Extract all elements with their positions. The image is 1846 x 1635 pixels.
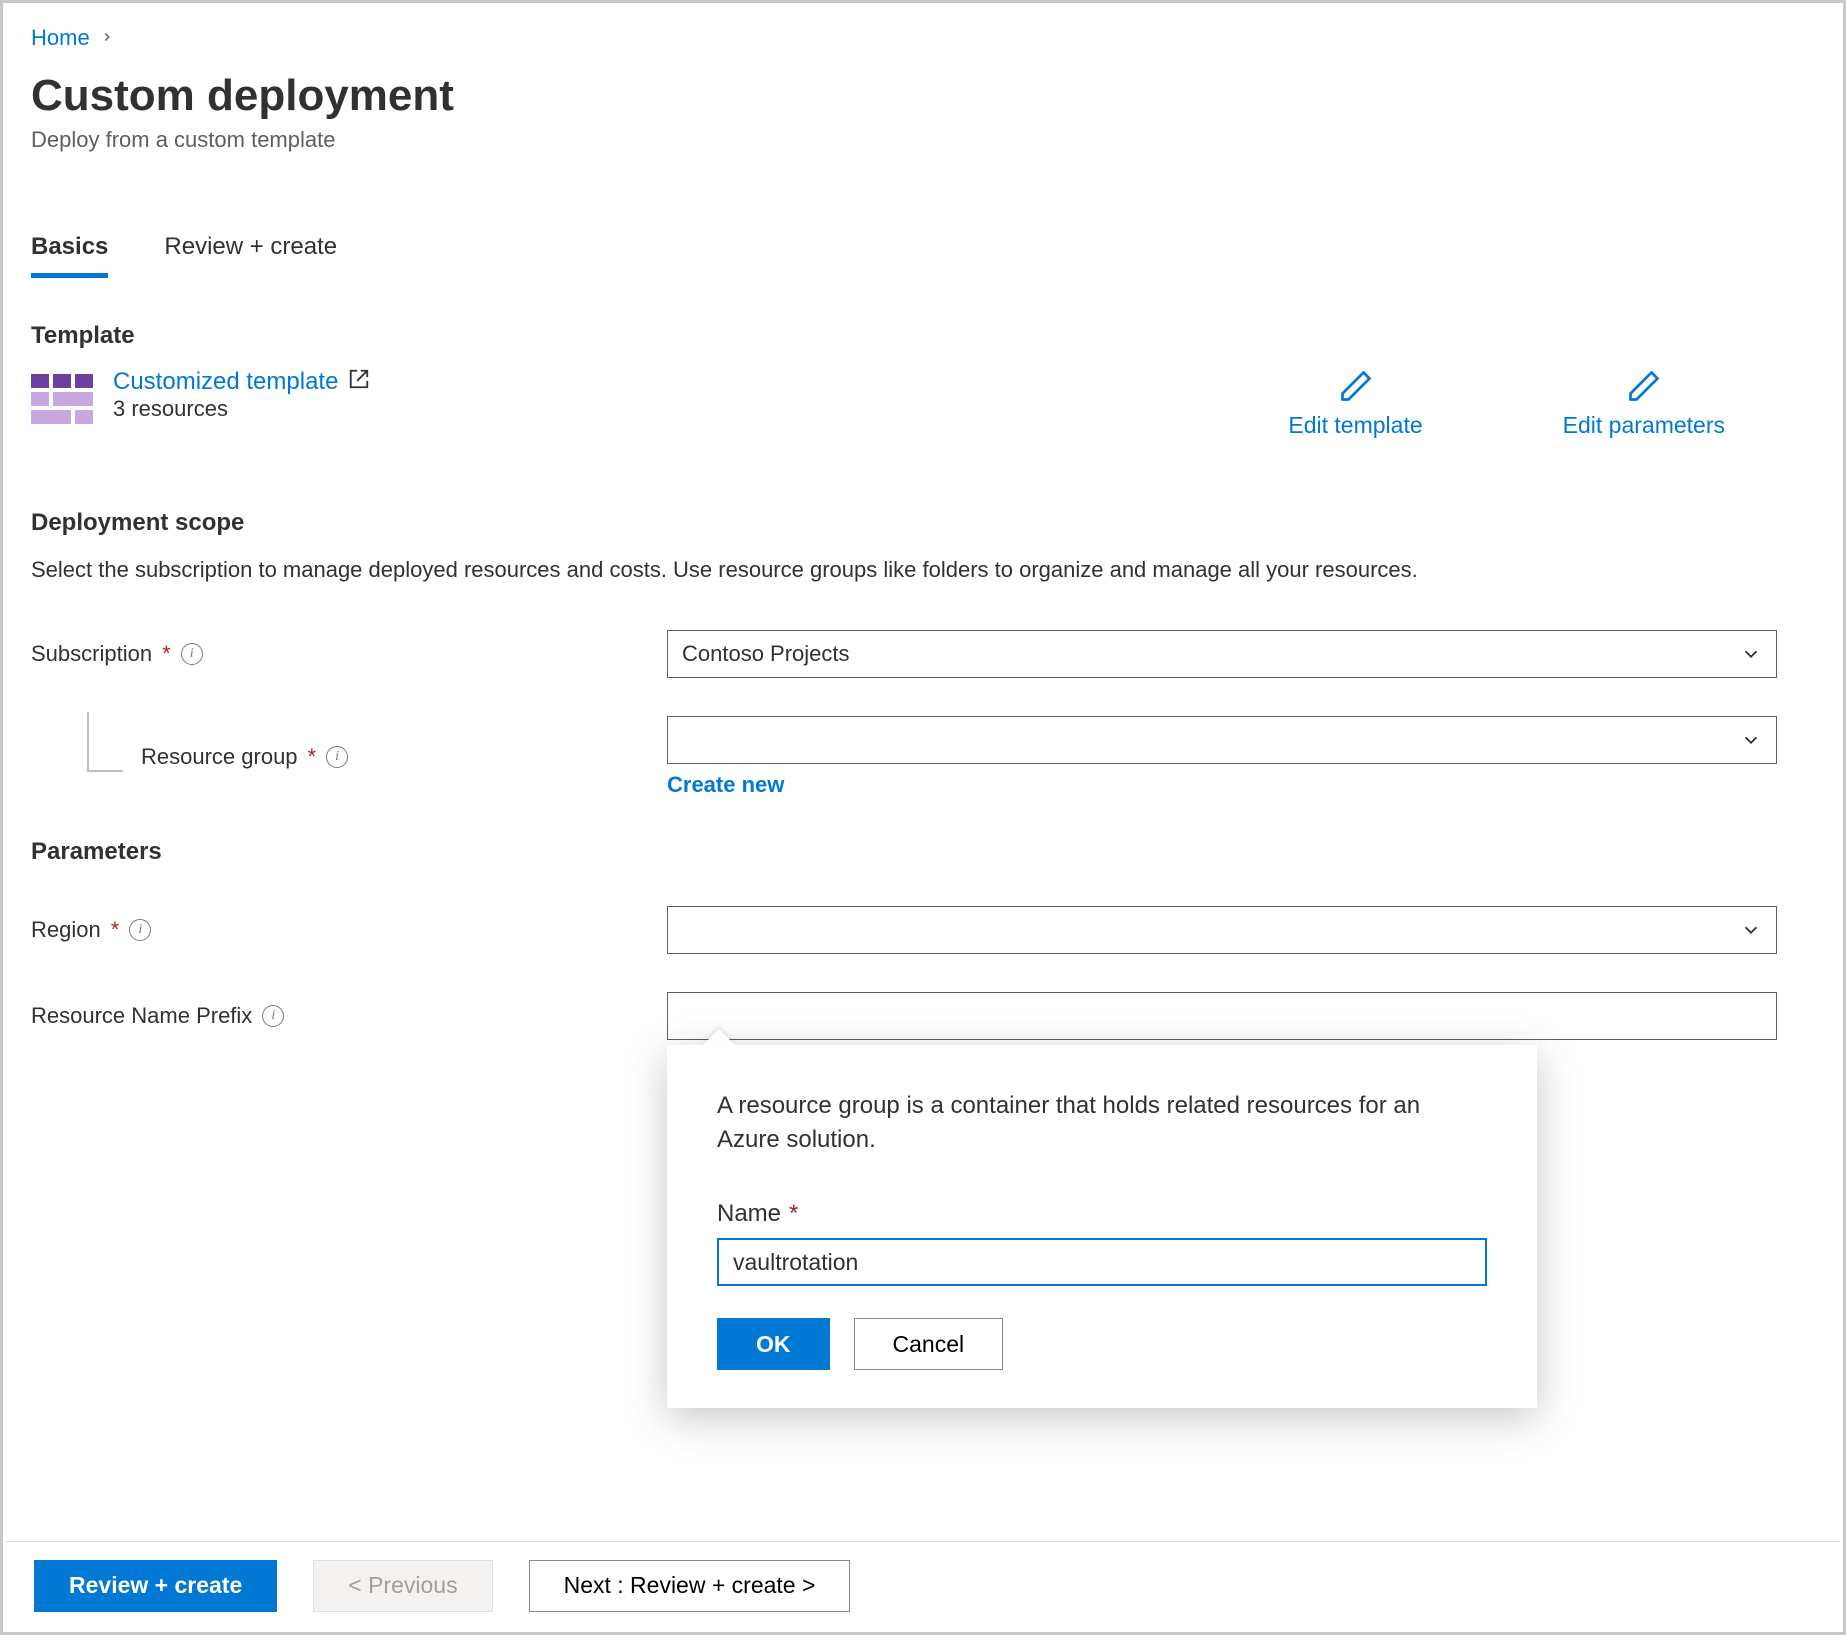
resource-name-prefix-label: Resource Name Prefix i <box>31 1003 667 1029</box>
edit-parameters-label: Edit parameters <box>1563 412 1725 439</box>
template-resource-count: 3 resources <box>113 396 370 422</box>
tab-review-create[interactable]: Review + create <box>164 233 337 278</box>
page-title: Custom deployment <box>31 71 1815 121</box>
tabs: Basics Review + create <box>31 233 1815 278</box>
subscription-value: Contoso Projects <box>682 641 850 667</box>
popover-name-label: Name * <box>717 1200 1487 1228</box>
chevron-right-icon <box>100 28 114 49</box>
edit-template-label: Edit template <box>1288 412 1422 439</box>
region-label: Region * i <box>31 917 667 943</box>
subscription-label: Subscription * i <box>31 641 667 667</box>
info-icon[interactable]: i <box>326 746 348 768</box>
chevron-down-icon <box>1740 919 1762 941</box>
info-icon[interactable]: i <box>262 1005 284 1027</box>
popover-ok-button[interactable]: OK <box>717 1318 830 1370</box>
breadcrumb-home-link[interactable]: Home <box>31 25 90 51</box>
pencil-icon <box>1338 368 1374 404</box>
subscription-select[interactable]: Contoso Projects <box>667 630 1777 678</box>
info-icon[interactable]: i <box>129 919 151 941</box>
breadcrumb: Home <box>31 25 1815 51</box>
popover-cancel-button[interactable]: Cancel <box>854 1318 1004 1370</box>
create-resource-group-popover: A resource group is a container that hol… <box>667 1045 1537 1408</box>
external-link-icon <box>348 368 370 396</box>
popover-description: A resource group is a container that hol… <box>717 1089 1487 1156</box>
popover-name-input[interactable] <box>717 1238 1487 1286</box>
scope-description: Select the subscription to manage deploy… <box>31 555 1671 586</box>
scope-heading: Deployment scope <box>31 509 1815 537</box>
review-create-button[interactable]: Review + create <box>34 1560 277 1612</box>
tab-basics[interactable]: Basics <box>31 233 108 278</box>
footer-bar: Review + create < Previous Next : Review… <box>6 1541 1840 1629</box>
pencil-icon <box>1626 368 1662 404</box>
edit-parameters-button[interactable]: Edit parameters <box>1563 368 1725 439</box>
resource-name-prefix-input[interactable] <box>667 992 1777 1040</box>
create-new-link[interactable]: Create new <box>667 772 784 798</box>
chevron-down-icon <box>1740 643 1762 665</box>
tree-connector <box>87 712 123 772</box>
edit-template-button[interactable]: Edit template <box>1288 368 1422 439</box>
parameters-heading: Parameters <box>31 838 1815 866</box>
info-icon[interactable]: i <box>181 643 203 665</box>
resource-group-select[interactable] <box>667 716 1777 764</box>
page-subtitle: Deploy from a custom template <box>31 127 1815 153</box>
template-heading: Template <box>31 322 1815 350</box>
next-button[interactable]: Next : Review + create > <box>529 1560 851 1612</box>
previous-button[interactable]: < Previous <box>313 1560 492 1612</box>
customized-template-link[interactable]: Customized template <box>113 368 338 396</box>
resource-group-label: Resource group * i <box>141 744 667 770</box>
region-select[interactable] <box>667 906 1777 954</box>
template-icon <box>31 374 93 424</box>
chevron-down-icon <box>1740 729 1762 751</box>
